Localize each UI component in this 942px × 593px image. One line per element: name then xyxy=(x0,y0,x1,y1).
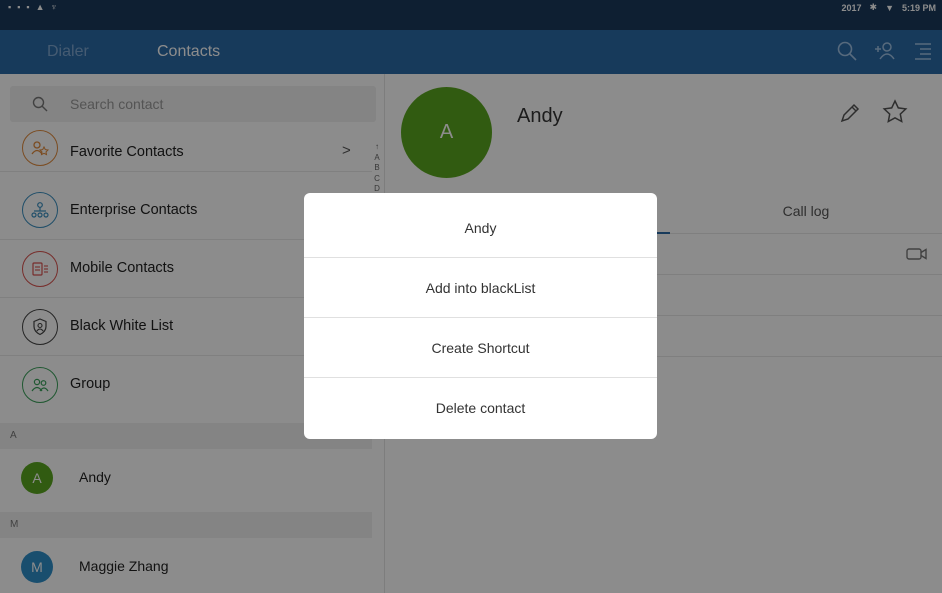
add-to-blacklist-button[interactable]: Add into blackList xyxy=(304,259,657,318)
contact-options-dialog: Andy Add into blackList Create Shortcut … xyxy=(304,193,657,439)
dialog-title: Andy xyxy=(304,199,657,258)
delete-contact-button[interactable]: Delete contact xyxy=(304,379,657,438)
create-shortcut-button[interactable]: Create Shortcut xyxy=(304,319,657,378)
